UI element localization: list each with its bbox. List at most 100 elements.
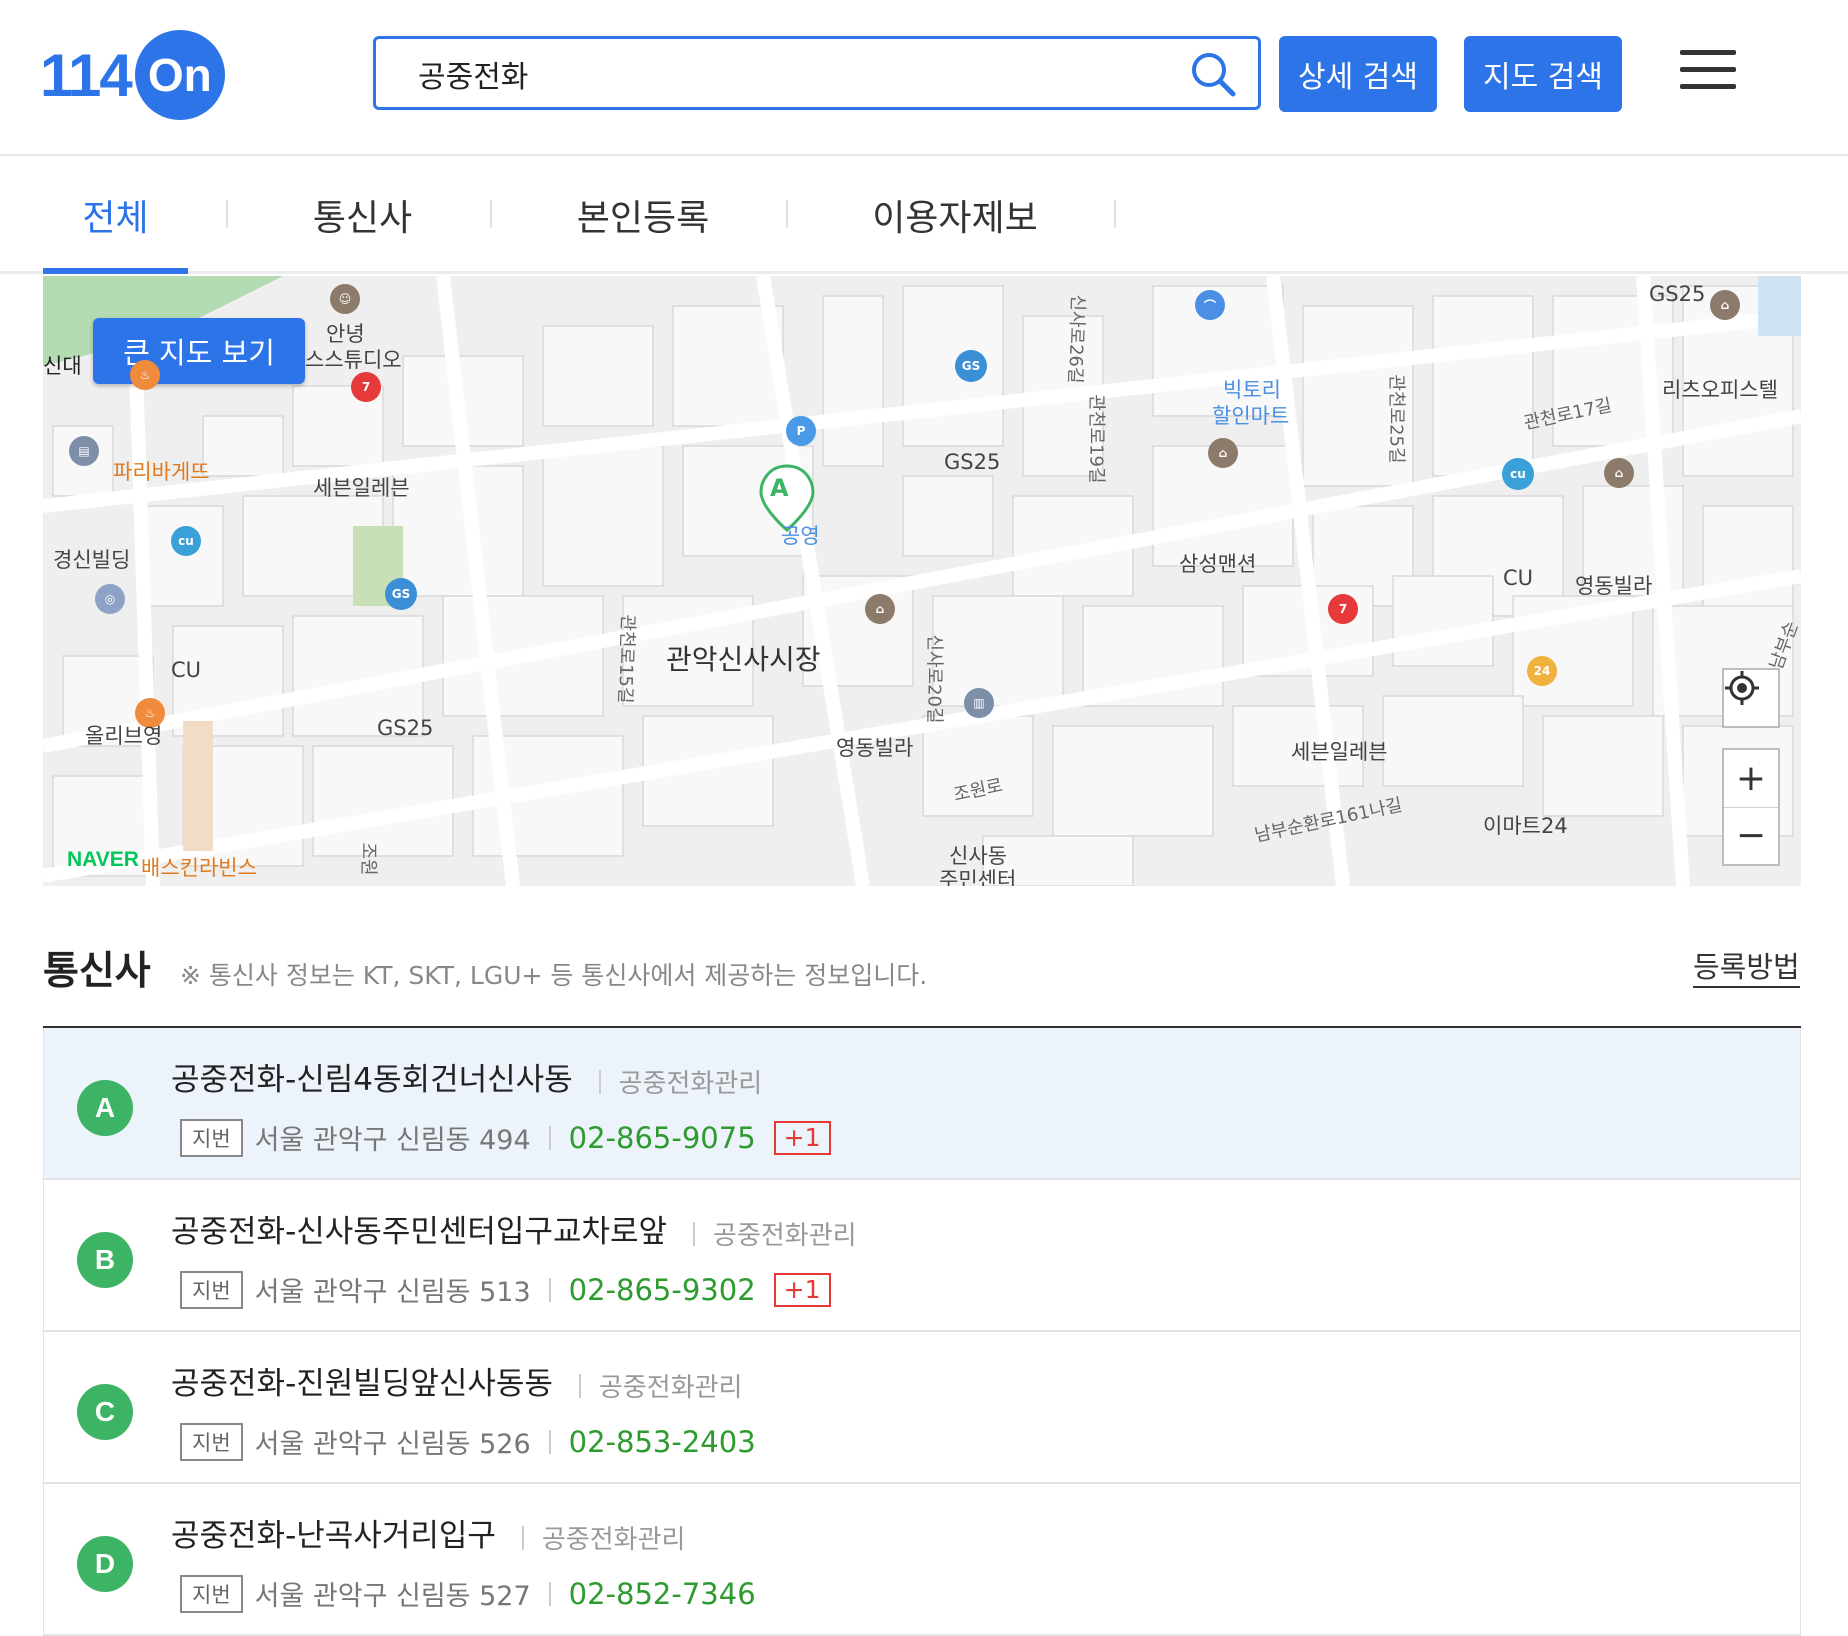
map-road-label: 관천로15길: [614, 614, 639, 704]
logo-badge: On: [134, 30, 225, 120]
tab-divider: [786, 200, 788, 228]
emart24-poi-icon[interactable]: 24: [1527, 656, 1557, 686]
map-road-label: 조원: [357, 842, 379, 876]
result-list: A 공중전화-신림4동회건너신사동 공중전화관리 지번 서울 관악구 신림동 49…: [43, 1026, 1801, 1636]
tab-divider: [226, 200, 228, 228]
cu-poi-icon[interactable]: cu: [171, 526, 201, 556]
cu-poi-icon[interactable]: cu: [1502, 458, 1534, 490]
map-view[interactable]: A 큰 지도 보기 ☺ ♨ 7 ▤ cu ◎ GS GS P ⌂ ⌒ ⌂ cu …: [43, 276, 1801, 886]
listing-name[interactable]: 공중전화-난곡사거리입구: [171, 1518, 496, 1554]
building-poi-icon[interactable]: ▤: [69, 436, 99, 466]
tab-user-report[interactable]: 이용자제보: [860, 156, 1050, 274]
section-note: ※ 통신사 정보는 KT, SKT, LGU+ 등 통신사에서 제공하는 정보입…: [180, 961, 928, 990]
villa-poi-icon[interactable]: ⌂: [865, 594, 895, 624]
listing-category: 공중전화관리: [541, 1525, 686, 1555]
big-map-button[interactable]: 큰 지도 보기: [93, 318, 305, 384]
map-label: 영동빌라: [1575, 574, 1653, 598]
map-label: 세븐일레븐: [1291, 740, 1388, 764]
tab-all[interactable]: 전체: [43, 156, 188, 274]
site-logo[interactable]: 114 On: [40, 30, 225, 120]
map-label: 리츠오피스텔: [1662, 378, 1778, 402]
map-label: CU: [171, 658, 202, 682]
studio-poi-icon[interactable]: ☺: [330, 284, 360, 314]
section-title: 통신사: [43, 949, 151, 994]
row-title: 공중전화-난곡사거리입구 공중전화관리: [171, 1510, 685, 1556]
locate-icon: [1725, 671, 1759, 705]
gs25-poi-icon[interactable]: GS: [955, 350, 987, 382]
search-input[interactable]: [416, 51, 1160, 97]
bakery-poi-icon[interactable]: ♨: [130, 360, 160, 390]
listing-address: 서울 관악구 신림동 526: [254, 1429, 531, 1460]
listing-address: 서울 관악구 신림동 513: [254, 1277, 531, 1308]
parking-poi-icon[interactable]: P: [786, 416, 816, 446]
tab-divider: [490, 200, 492, 228]
listing-name[interactable]: 공중전화-신사동주민센터입구교차로앞: [171, 1214, 667, 1250]
row-title: 공중전화-신림4동회건너신사동 공중전화관리: [171, 1054, 762, 1100]
listing-phone[interactable]: 02-852-7346: [569, 1577, 756, 1611]
listing-name[interactable]: 공중전화-신림4동회건너신사동: [171, 1062, 573, 1098]
map-label: GS25: [1649, 282, 1706, 306]
convenience-store-poi-icon[interactable]: 7: [351, 372, 381, 402]
listing-category: 공중전화관리: [598, 1373, 743, 1403]
row-details: 지번 서울 관악구 신림동 513 02-865-9302 +1: [180, 1270, 831, 1309]
listing-phone[interactable]: 02-853-2403: [569, 1425, 756, 1459]
top-header: 114 On 상세 검색 지도 검색: [0, 0, 1848, 156]
map-label: GS25: [944, 450, 1001, 474]
address-type-tag: 지번: [180, 1118, 243, 1157]
marker-badge: D: [77, 1536, 133, 1592]
map-label: 스스튜디오: [305, 348, 402, 372]
tab-carrier[interactable]: 통신사: [290, 156, 435, 274]
map-pin-a-label[interactable]: A: [770, 474, 789, 502]
marker-badge: B: [77, 1232, 133, 1288]
map-label: CU: [1503, 566, 1534, 590]
register-method-link[interactable]: 등록방법: [1693, 944, 1800, 988]
list-item[interactable]: A 공중전화-신림4동회건너신사동 공중전화관리 지번 서울 관악구 신림동 49…: [43, 1028, 1801, 1180]
map-label: 할인마트: [1212, 404, 1290, 428]
listing-phone[interactable]: 02-865-9302: [569, 1273, 756, 1307]
mansion-poi-icon[interactable]: ⌂: [1208, 438, 1238, 468]
row-title: 공중전화-신사동주민센터입구교차로앞 공중전화관리: [171, 1206, 857, 1252]
map-road-label: 신사로20길: [923, 634, 945, 724]
zoom-out-button[interactable]: −: [1724, 808, 1778, 865]
map-search-button[interactable]: 지도 검색: [1464, 36, 1622, 112]
search-box: [373, 36, 1261, 110]
extra-phone-badge[interactable]: +1: [773, 1272, 831, 1307]
marker-badge: C: [77, 1384, 133, 1440]
extra-phone-badge[interactable]: +1: [773, 1120, 831, 1155]
logo-number: 114: [40, 41, 133, 109]
villa-poi-icon[interactable]: ⌂: [1604, 458, 1634, 488]
row-details: 지번 서울 관악구 신림동 494 02-865-9075 +1: [180, 1118, 831, 1157]
list-item[interactable]: B 공중전화-신사동주민센터입구교차로앞 공중전화관리 지번 서울 관악구 신림동…: [43, 1180, 1801, 1332]
list-item[interactable]: C 공중전화-진원빌딩앞신사동동 공중전화관리 지번 서울 관악구 신림동 526…: [43, 1332, 1801, 1484]
list-item[interactable]: D 공중전화-난곡사거리입구 공중전화관리 지번 서울 관악구 신림동 527 0…: [43, 1484, 1801, 1636]
mart-poi-icon[interactable]: ⌒: [1195, 290, 1225, 320]
gs25-poi-icon[interactable]: GS: [385, 578, 417, 610]
map-road-label: 신사로26길: [1064, 294, 1089, 384]
listing-phone[interactable]: 02-865-9075: [569, 1121, 756, 1155]
active-tab-indicator: [43, 268, 188, 274]
zoom-in-button[interactable]: +: [1724, 750, 1778, 808]
hamburger-menu-icon[interactable]: [1680, 50, 1736, 96]
map-label: 삼성맨션: [1179, 552, 1257, 576]
address-type-tag: 지번: [180, 1270, 243, 1309]
naver-logo: NAVER: [67, 848, 139, 871]
current-location-button[interactable]: [1722, 668, 1780, 728]
map-label: 배스킨라빈스: [141, 856, 257, 880]
oliveyoung-poi-icon[interactable]: ◎: [95, 584, 125, 614]
category-tabs: 전체 통신사 본인등록 이용자제보: [0, 156, 1848, 274]
officetel-poi-icon[interactable]: ⌂: [1710, 290, 1740, 320]
address-type-tag: 지번: [180, 1422, 243, 1461]
map-label: 이마트24: [1483, 814, 1568, 838]
search-icon[interactable]: [1188, 49, 1238, 99]
map-road-label: 관천로19길: [1085, 394, 1107, 484]
convenience-store-poi-icon[interactable]: 7: [1328, 594, 1358, 624]
listing-address: 서울 관악구 신림동 527: [254, 1581, 531, 1612]
listing-category: 공중전화관리: [618, 1069, 763, 1099]
listing-name[interactable]: 공중전화-진원빌딩앞신사동동: [171, 1366, 553, 1402]
map-label: 파리바게뜨: [113, 460, 210, 484]
community-center-poi-icon[interactable]: ▥: [964, 688, 994, 718]
tab-self-registration[interactable]: 본인등록: [550, 156, 736, 274]
map-label: 공영: [781, 524, 820, 548]
detail-search-button[interactable]: 상세 검색: [1279, 36, 1437, 112]
map-label: GS25: [377, 716, 434, 740]
